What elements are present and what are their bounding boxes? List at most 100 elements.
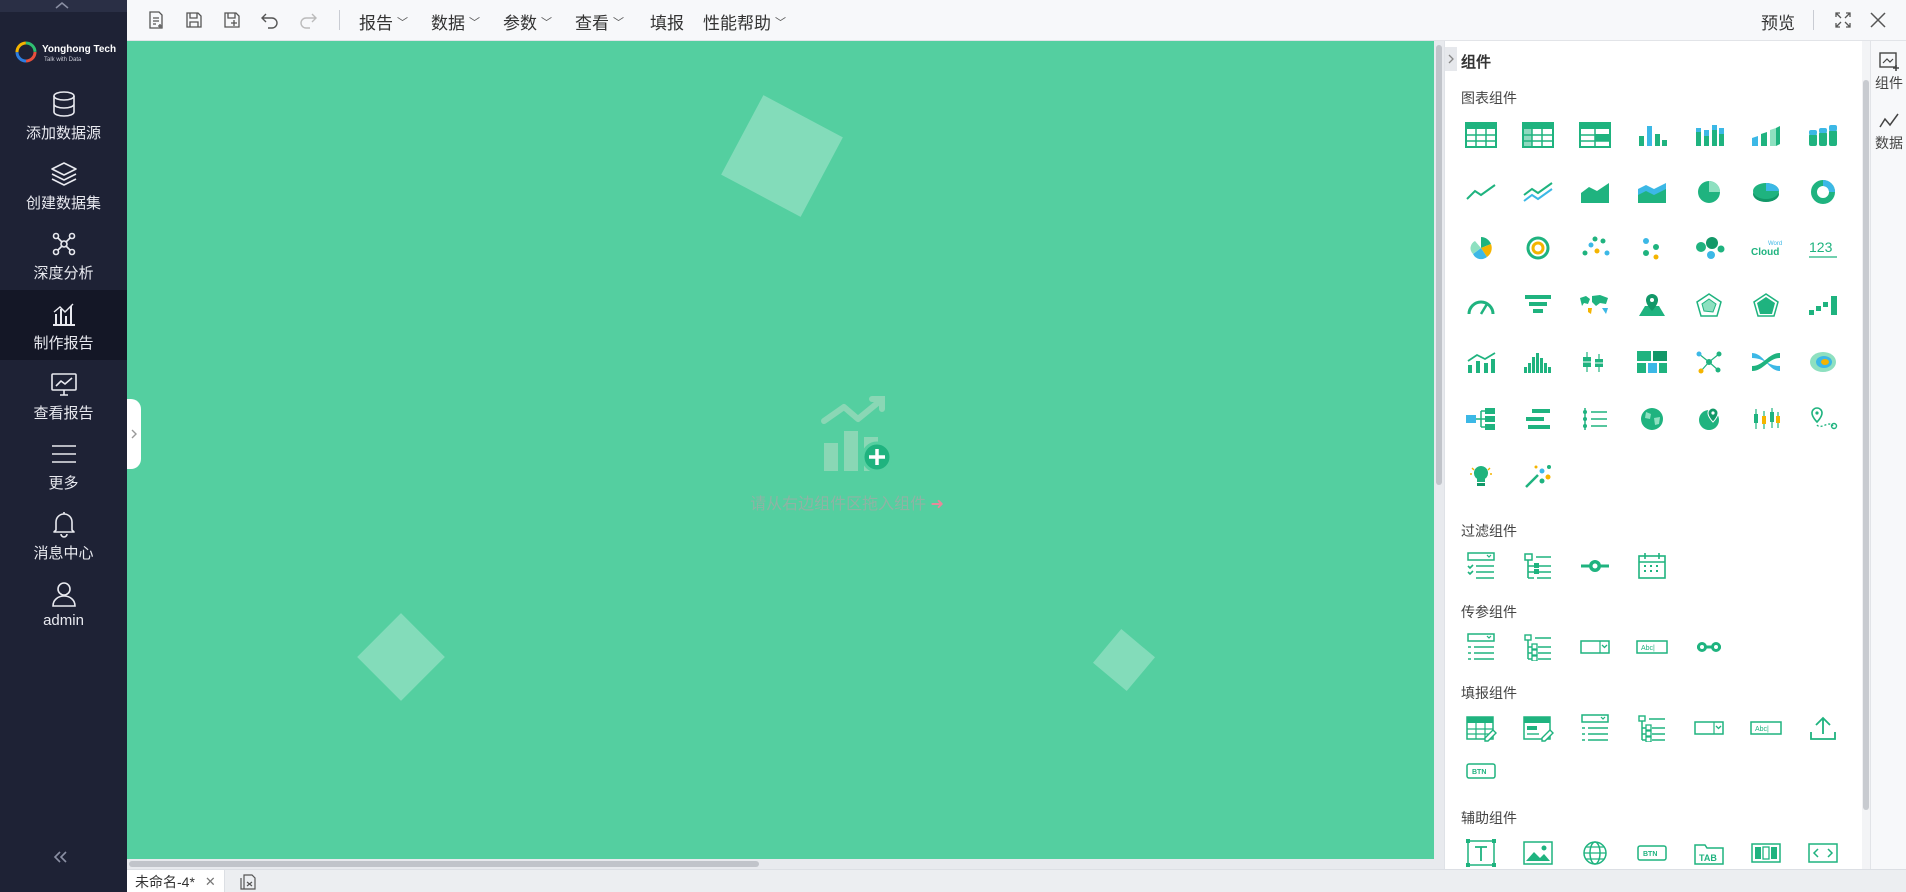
- nav-view-report[interactable]: 查看报告: [0, 360, 127, 424]
- save-button[interactable]: [181, 8, 207, 32]
- close-editor-button[interactable]: [1865, 8, 1891, 32]
- funnel-component[interactable]: [1518, 287, 1558, 323]
- timeline-component[interactable]: [1575, 401, 1615, 437]
- nav-more[interactable]: 更多: [0, 430, 127, 494]
- button-component[interactable]: BTN: [1632, 835, 1672, 869]
- 3d-pie-component[interactable]: [1746, 174, 1786, 210]
- cylinder-bar-component[interactable]: [1803, 117, 1843, 153]
- menu-params[interactable]: 参数 ﹀: [503, 9, 552, 34]
- fill-dropdown-component[interactable]: [1689, 710, 1729, 746]
- world-map-component[interactable]: [1575, 287, 1615, 323]
- nav-make-report[interactable]: 制作报告: [0, 290, 127, 360]
- heat-map-component[interactable]: [1803, 344, 1843, 380]
- fill-list-component[interactable]: [1575, 710, 1615, 746]
- param-dropdown-component[interactable]: [1575, 629, 1615, 665]
- nav-add-datasource[interactable]: 添加数据源: [0, 80, 127, 144]
- donut-chart-component[interactable]: [1803, 174, 1843, 210]
- panel-vertical-scrollbar[interactable]: [1862, 80, 1870, 810]
- slider-filter-component[interactable]: [1575, 548, 1615, 584]
- bar-chart-component[interactable]: [1632, 117, 1672, 153]
- close-tab-icon[interactable]: ✕: [205, 874, 216, 890]
- scroll-thumb[interactable]: [129, 861, 759, 867]
- tree-filter-component[interactable]: [1518, 548, 1558, 584]
- nav-user[interactable]: admin: [0, 570, 127, 634]
- canvas-expand-handle[interactable]: [127, 399, 141, 469]
- fill-text-input-component[interactable]: Abc|: [1746, 710, 1786, 746]
- tab-component[interactable]: TAB: [1689, 835, 1729, 869]
- param-range-slider-component[interactable]: [1689, 629, 1729, 665]
- image-component[interactable]: [1518, 835, 1558, 869]
- new-tab-button[interactable]: [239, 873, 257, 892]
- new-report-button[interactable]: [143, 8, 169, 32]
- panel-collapse-handle[interactable]: [1445, 47, 1457, 71]
- container-component[interactable]: [1746, 835, 1786, 869]
- combo-chart-component[interactable]: [1461, 344, 1501, 380]
- scroll-thumb[interactable]: [1863, 80, 1869, 810]
- fullscreen-button[interactable]: [1830, 8, 1856, 32]
- embed-code-component[interactable]: [1803, 835, 1843, 869]
- preview-button[interactable]: 预览: [1761, 9, 1795, 34]
- word-cloud-component[interactable]: Word Cloud: [1746, 230, 1786, 266]
- candlestick-component[interactable]: [1746, 401, 1786, 437]
- dot-plot-component[interactable]: [1632, 230, 1672, 266]
- report-canvas[interactable]: 请从右边组件区拖入组件 ➜: [127, 41, 1434, 859]
- canvas-vertical-scrollbar[interactable]: [1434, 41, 1444, 859]
- gauge-component[interactable]: [1461, 287, 1501, 323]
- route-map-component[interactable]: [1803, 401, 1843, 437]
- rose-chart-component[interactable]: [1461, 230, 1501, 266]
- ring-progress-component[interactable]: [1518, 230, 1558, 266]
- menu-fill[interactable]: 填报: [650, 9, 684, 34]
- canvas-horizontal-scrollbar[interactable]: [127, 859, 1444, 869]
- fill-tree-component[interactable]: [1632, 710, 1672, 746]
- nav-deep-analysis[interactable]: 深度分析: [0, 220, 127, 284]
- insight-component[interactable]: [1461, 458, 1501, 494]
- redo-button[interactable]: [295, 8, 321, 32]
- area-chart-component[interactable]: [1575, 174, 1615, 210]
- menu-report[interactable]: 报告 ﹀: [359, 9, 408, 34]
- scatter-chart-component[interactable]: [1575, 230, 1615, 266]
- param-list-component[interactable]: [1461, 629, 1501, 665]
- save-as-button[interactable]: [219, 8, 245, 32]
- freestyle-table-component[interactable]: [1575, 117, 1615, 153]
- gis-map-component[interactable]: [1689, 401, 1729, 437]
- menu-performance-help[interactable]: 性能帮助 ﹀: [703, 9, 786, 34]
- param-text-input-component[interactable]: Abc|: [1632, 629, 1672, 665]
- menu-data[interactable]: 数据 ﹀: [431, 9, 480, 34]
- menu-view[interactable]: 查看 ﹀: [575, 9, 624, 34]
- nav-create-dataset[interactable]: 创建数据集: [0, 150, 127, 214]
- fill-button-component[interactable]: BTN: [1461, 753, 1501, 789]
- document-tab[interactable]: 未命名-4* ✕: [127, 870, 225, 892]
- fill-table-component[interactable]: [1461, 710, 1501, 746]
- smart-chart-component[interactable]: [1518, 458, 1558, 494]
- filled-radar-component[interactable]: [1746, 287, 1786, 323]
- web-component[interactable]: [1575, 835, 1615, 869]
- scroll-thumb[interactable]: [1436, 45, 1442, 485]
- line-chart-component[interactable]: [1461, 174, 1501, 210]
- relation-chart-component[interactable]: [1689, 344, 1729, 380]
- globe-component[interactable]: [1632, 401, 1672, 437]
- map-pin-component[interactable]: [1632, 287, 1672, 323]
- number-component[interactable]: 123: [1803, 230, 1843, 266]
- strip-data-tab[interactable]: 数据: [1871, 111, 1906, 153]
- treemap-component[interactable]: [1632, 344, 1672, 380]
- histogram-component[interactable]: [1518, 344, 1558, 380]
- pie-chart-component[interactable]: [1689, 174, 1729, 210]
- nav-message-center[interactable]: 消息中心: [0, 500, 127, 564]
- table-component[interactable]: [1461, 117, 1501, 153]
- gantt-chart-component[interactable]: [1518, 401, 1558, 437]
- undo-button[interactable]: [257, 8, 283, 32]
- strip-components-tab[interactable]: 组件: [1871, 51, 1906, 93]
- crosstab-component[interactable]: [1518, 117, 1558, 153]
- stacked-bar-component[interactable]: [1689, 117, 1729, 153]
- step-chart-component[interactable]: [1803, 287, 1843, 323]
- fill-freestyle-component[interactable]: [1518, 710, 1558, 746]
- calendar-filter-component[interactable]: [1632, 548, 1672, 584]
- bubble-chart-component[interactable]: [1689, 230, 1729, 266]
- multi-line-chart-component[interactable]: [1518, 174, 1558, 210]
- box-plot-component[interactable]: [1575, 344, 1615, 380]
- tree-chart-component[interactable]: [1461, 401, 1501, 437]
- param-tree-component[interactable]: [1518, 629, 1558, 665]
- sankey-chart-component[interactable]: [1746, 344, 1786, 380]
- collapse-sidebar-button[interactable]: [50, 849, 70, 870]
- collapse-up-button[interactable]: [0, 0, 127, 12]
